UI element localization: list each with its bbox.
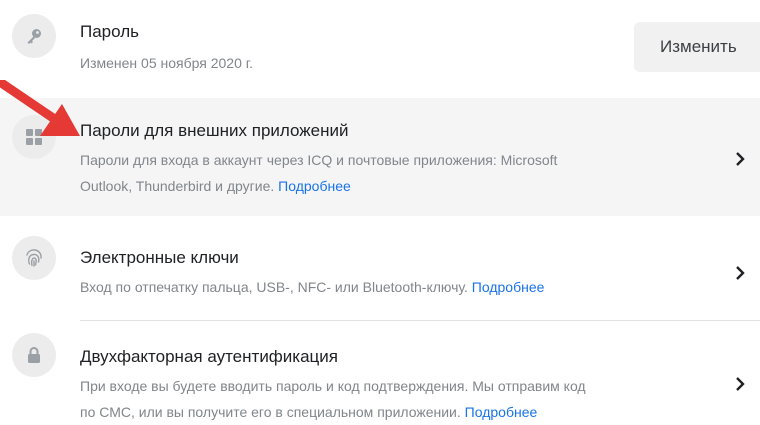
security-keys-title: Электронные ключи: [80, 248, 239, 267]
change-password-button[interactable]: Изменить: [634, 22, 760, 72]
annotation-arrow-icon: [0, 80, 80, 136]
two-factor-row[interactable]: Двухфакторная аутентификация При входе в…: [0, 321, 760, 421]
security-keys-more-link[interactable]: Подробнее: [472, 279, 545, 295]
password-title: Пароль: [80, 22, 139, 41]
app-passwords-desc-line2: Outlook, Thunderbird и другие.: [80, 178, 275, 194]
security-keys-description: Вход по отпечатку пальца, USB-, NFC- или…: [80, 274, 700, 300]
security-keys-row[interactable]: Электронные ключи Вход по отпечатку паль…: [0, 216, 760, 320]
app-passwords-more-link[interactable]: Подробнее: [278, 178, 351, 194]
chevron-right-icon[interactable]: [730, 149, 750, 169]
two-factor-desc-line2: по СМС, или вы получите его в специально…: [80, 404, 461, 420]
fingerprint-icon: [12, 236, 56, 280]
two-factor-more-link[interactable]: Подробнее: [465, 404, 538, 420]
app-passwords-desc-line1: Пароли для входа в аккаунт через ICQ и п…: [80, 152, 558, 168]
key-icon: [12, 14, 56, 58]
security-keys-desc-line1: Вход по отпечатку пальца, USB-, NFC- или…: [80, 279, 468, 295]
two-factor-title: Двухфакторная аутентификация: [80, 347, 338, 366]
password-changed-date: Изменен 05 ноября 2020 г.: [80, 55, 254, 71]
password-row: Пароль Изменен 05 ноября 2020 г. Изменит…: [0, 0, 760, 98]
two-factor-desc-line1: При входе вы будете вводить пароль и код…: [80, 378, 586, 394]
app-passwords-title: Пароли для внешних приложений: [80, 121, 349, 140]
chevron-right-icon[interactable]: [730, 374, 750, 394]
app-passwords-row[interactable]: Пароли для внешних приложений Пароли для…: [0, 98, 760, 216]
app-passwords-description: Пароли для входа в аккаунт через ICQ и п…: [80, 147, 700, 199]
chevron-right-icon[interactable]: [730, 263, 750, 283]
lock-icon: [12, 333, 56, 377]
two-factor-description: При входе вы будете вводить пароль и код…: [80, 373, 700, 425]
